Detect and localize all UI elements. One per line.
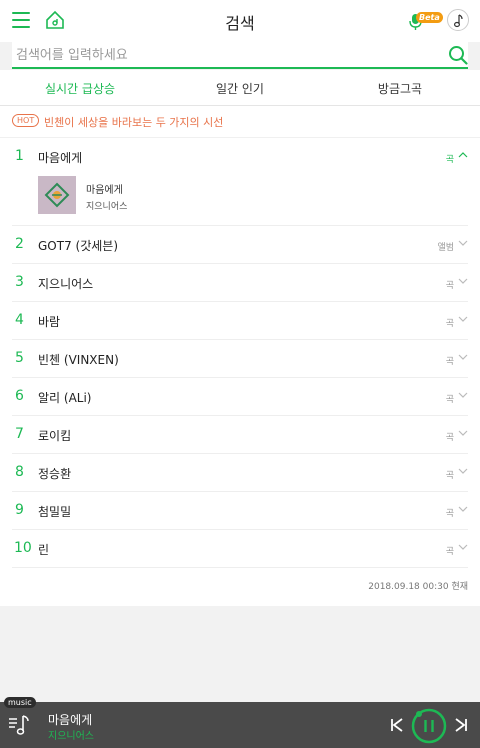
list-item[interactable]: 2 GOT7 (갓세븐) 앨범	[12, 226, 468, 264]
list-item[interactable]: 6 알리 (ALi) 곡	[12, 378, 468, 416]
now-playing-artist: 지으니어스	[48, 731, 94, 742]
chevron-down-icon[interactable]	[458, 504, 468, 514]
pause-button[interactable]	[411, 708, 447, 744]
album-art[interactable]	[38, 176, 76, 214]
chevron-down-icon[interactable]	[458, 352, 468, 362]
tab-realtime[interactable]: 실시간 급상승	[0, 80, 160, 97]
music-note-icon	[453, 14, 463, 28]
trending-list: 1 마음에게 곡 마음에게 지으니어스 2 GOT7 (갓세븐) 앨범 3 지으…	[0, 138, 480, 606]
item-title: 린	[38, 543, 50, 557]
chevron-down-icon[interactable]	[458, 542, 468, 552]
hot-topic-text[interactable]: 빈첸이 세상을 바라보는 두 가지의 시선	[44, 114, 223, 130]
chevron-down-icon[interactable]	[458, 238, 468, 248]
tab-daily[interactable]: 일간 인기	[160, 80, 320, 97]
now-playing-title: 마음에게	[48, 713, 93, 727]
rank-number: 5	[15, 350, 24, 366]
item-type: 곡	[445, 433, 454, 443]
mini-player[interactable]: music 마음에게 지으니어스	[0, 697, 480, 748]
item-type: 곡	[445, 395, 454, 405]
hot-topic-bar[interactable]: HOT 빈첸이 세상을 바라보는 두 가지의 시선	[0, 106, 480, 138]
search-bar	[12, 42, 468, 69]
item-type: 곡	[445, 471, 454, 481]
search-tabs: 실시간 급상승 일간 인기 방금그곡	[0, 70, 480, 106]
item-title: 지으니어스	[38, 277, 94, 291]
list-item[interactable]: 4 바람 곡	[12, 302, 468, 340]
rank-number: 7	[15, 426, 24, 442]
item-title: 마음에게	[38, 151, 83, 165]
expanded-song-card[interactable]: 마음에게 지으니어스	[12, 168, 468, 226]
previous-track-icon[interactable]	[389, 716, 405, 734]
item-type: 곡	[445, 509, 454, 519]
list-item[interactable]: 7 로이킴 곡	[12, 416, 468, 454]
chevron-up-icon[interactable]	[458, 150, 468, 160]
item-title: GOT7 (갓세븐)	[38, 239, 119, 253]
beta-badge: Beta	[416, 12, 443, 23]
playlist-icon[interactable]	[8, 712, 36, 738]
item-type: 곡	[445, 547, 454, 557]
rank-number: 3	[15, 274, 24, 290]
chevron-down-icon[interactable]	[458, 276, 468, 286]
item-type: 앨범	[437, 243, 454, 253]
item-title: 빈첸 (VINXEN)	[38, 353, 119, 367]
music-label: music	[4, 697, 36, 708]
list-item[interactable]: 9 첨밀밀 곡	[12, 492, 468, 530]
search-icon[interactable]	[448, 45, 468, 65]
hot-badge: HOT	[12, 114, 40, 127]
item-title: 정승환	[38, 467, 72, 481]
chevron-down-icon[interactable]	[458, 314, 468, 324]
chevron-down-icon[interactable]	[458, 390, 468, 400]
rank-number: 9	[15, 502, 24, 518]
rank-number: 4	[15, 312, 24, 328]
item-type: 곡	[445, 155, 454, 165]
rank-number: 10	[14, 540, 32, 556]
item-title: 첨밀밀	[38, 505, 72, 519]
rank-number: 2	[15, 236, 24, 252]
chevron-down-icon[interactable]	[458, 466, 468, 476]
item-type: 곡	[445, 357, 454, 367]
list-item[interactable]: 3 지으니어스 곡	[12, 264, 468, 302]
list-item[interactable]: 1 마음에게 곡	[12, 138, 468, 168]
item-title: 바람	[38, 315, 61, 329]
music-note-button[interactable]	[447, 9, 469, 31]
item-title: 알리 (ALi)	[38, 391, 92, 405]
item-type: 곡	[445, 319, 454, 329]
song-artist: 지으니어스	[86, 202, 128, 212]
updated-timestamp: 2018.09.18 00:30 현재	[368, 582, 468, 592]
tab-just-now[interactable]: 방금그곡	[320, 80, 480, 97]
album-art-graphic	[44, 182, 70, 208]
rank-number: 1	[15, 148, 24, 164]
rank-number: 6	[15, 388, 24, 404]
item-type: 곡	[445, 281, 454, 291]
rank-number: 8	[15, 464, 24, 480]
list-item[interactable]: 10 린 곡	[12, 530, 468, 568]
chevron-down-icon[interactable]	[458, 428, 468, 438]
app-header: 검색 Beta	[0, 0, 480, 42]
list-item[interactable]: 8 정승환 곡	[12, 454, 468, 492]
list-item[interactable]: 5 빈첸 (VINXEN) 곡	[12, 340, 468, 378]
next-track-icon[interactable]	[453, 716, 469, 734]
search-input[interactable]	[12, 44, 432, 66]
song-title: 마음에게	[86, 185, 123, 196]
item-title: 로이킴	[38, 429, 72, 443]
